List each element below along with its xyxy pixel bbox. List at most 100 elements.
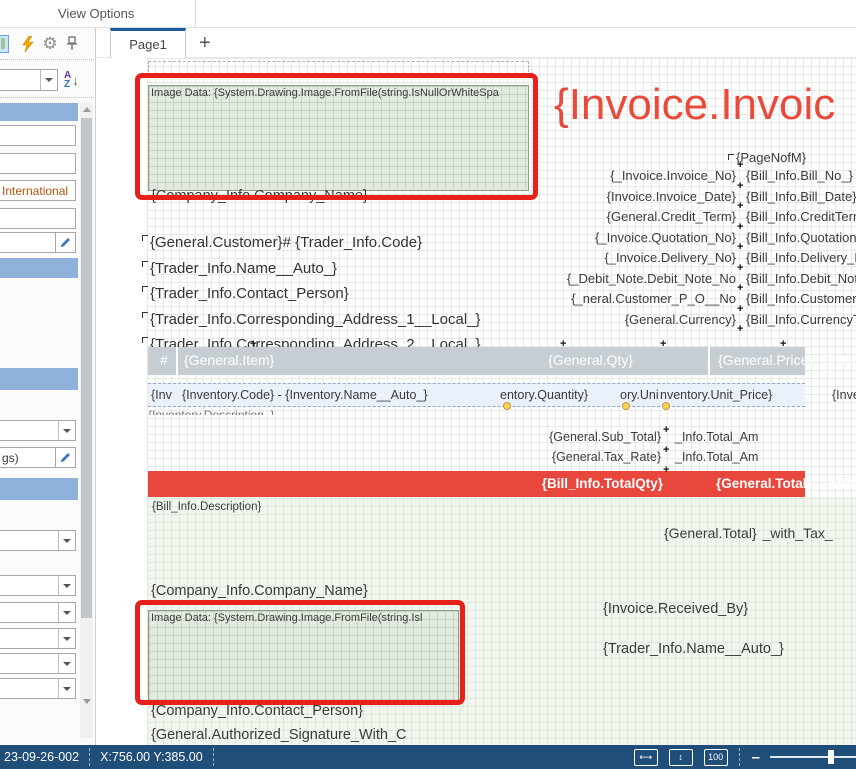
- clipped-toolbar-icon[interactable]: [0, 35, 9, 53]
- info-row: {Invoice.Quotation_No_}{Bill_Info.Quotat…: [546, 230, 856, 251]
- bill-description-text[interactable]: {Bill_Info.Description}: [152, 501, 261, 513]
- menu-bar: View Options: [0, 0, 856, 28]
- chevron-down-icon[interactable]: [40, 70, 57, 90]
- cell-item[interactable]: {Inventory.Code} - {Inventory.Name__Auto…: [182, 388, 428, 402]
- cell-price[interactable]: nventory.Unit_Price}: [660, 388, 826, 402]
- add-page-button[interactable]: +: [199, 28, 211, 58]
- gear-icon[interactable]: ⚙: [39, 33, 61, 55]
- warning-icon: [662, 402, 670, 410]
- info-row: {General.Currency}{Bill_Info.CurrencyTe: [546, 312, 856, 333]
- col-total[interactable]: {General.T: [837, 352, 856, 368]
- property-input-2[interactable]: [0, 153, 76, 174]
- taxrate-label[interactable]: {General.Tax_Rate}: [471, 450, 661, 464]
- edit-pencil-button-1[interactable]: [55, 232, 76, 253]
- panel-toolbar: ⚙: [0, 28, 96, 60]
- scroll-down-icon[interactable]: [80, 695, 93, 708]
- footer-contact-person[interactable]: {Company_Info.Contact_Person}: [151, 703, 363, 719]
- footer-company-name[interactable]: {Company_Info.Company_Name}: [151, 583, 368, 599]
- cell-qty[interactable]: entory.Quantity}: [500, 388, 615, 402]
- info-row: {Invoice.Invoice_No_}{Bill_Info.Bill_No_…: [546, 168, 856, 189]
- section-header-1[interactable]: [0, 103, 78, 121]
- band-total[interactable]: {General.Total}: [716, 476, 812, 491]
- auth-signature-left[interactable]: {General.Authorized_Signature_With_C: [151, 727, 407, 743]
- section-header-2[interactable]: [0, 258, 78, 278]
- received-by-text[interactable]: {Invoice.Received_By}: [603, 601, 856, 617]
- subtotal-label[interactable]: {General.Sub_Total}: [471, 430, 661, 444]
- sort-az-icon[interactable]: A Z ↓: [64, 67, 90, 93]
- property-select-4[interactable]: [0, 602, 76, 623]
- customer-line[interactable]: {Trader_Info.Name__Auto_}: [150, 256, 481, 282]
- taxrate-row: {General.Tax_Rate} _Info.Total_Am: [471, 450, 758, 464]
- table-header-band[interactable]: # {General.Item} {General.Qty} {General.…: [148, 347, 805, 375]
- company-name-text[interactable]: {Company_Info.Company_Name}: [151, 188, 471, 204]
- chevron-down-icon[interactable]: [58, 421, 75, 440]
- zoom-out-button[interactable]: –: [752, 749, 760, 766]
- info-row: {Invoice.Delivery_No_}{Bill_Info.Deliver…: [546, 250, 856, 271]
- design-surface[interactable]: Image Data: {System.Drawing.Image.FromFi…: [96, 58, 856, 745]
- customer-line[interactable]: {Trader_Info.Corresponding_Address_1__Lo…: [150, 307, 481, 333]
- fit-width-button[interactable]: ⟷: [634, 749, 658, 766]
- pin-icon[interactable]: [61, 33, 83, 55]
- property-input-1[interactable]: [0, 125, 76, 146]
- col-number[interactable]: #: [160, 352, 168, 368]
- property-select-7[interactable]: [0, 678, 76, 699]
- property-input-4[interactable]: [0, 232, 56, 253]
- footer-trader-name[interactable]: {Trader_Info.Name__Auto_}: [603, 641, 856, 657]
- page-nofm-text[interactable]: {PageNofM}: [736, 150, 856, 165]
- property-input-international[interactable]: [0, 180, 76, 201]
- customer-line[interactable]: {Trader_Info.Contact_Person}: [150, 281, 481, 307]
- col-item[interactable]: {General.Item}: [184, 352, 274, 368]
- property-select-3[interactable]: [0, 575, 76, 596]
- tab-page1[interactable]: Page1: [110, 28, 186, 58]
- cell-amount[interactable]: {Inventory.An: [832, 388, 856, 402]
- scroll-up-icon[interactable]: [80, 103, 93, 116]
- lightning-icon[interactable]: [17, 33, 39, 55]
- subtotal-row: {General.Sub_Total} _Info.Total_Am: [471, 430, 758, 444]
- zoom-slider-handle[interactable]: [828, 750, 834, 764]
- property-select-1[interactable]: [0, 420, 76, 441]
- cell-unit[interactable]: ory.Unit_: [620, 388, 658, 402]
- section-header-3[interactable]: [0, 368, 78, 390]
- fit-page-button[interactable]: ↕: [669, 749, 693, 766]
- properties-panel: ⚙ A Z ↓: [0, 28, 96, 745]
- customer-line[interactable]: {General.Customer}# {Trader_Info.Code}: [150, 230, 481, 256]
- cell-number[interactable]: {Inv: [151, 388, 173, 402]
- filter-combobox[interactable]: [0, 69, 58, 91]
- report-designer-window: View Options ⚙ A Z ↓: [0, 0, 856, 769]
- invoice-info-rows: {Invoice.Invoice_No_}{Bill_Info.Bill_No_…: [546, 168, 856, 332]
- info-row: neral.Customer_P_O__No_}{Bill_Info.Custo…: [546, 291, 856, 312]
- info-row: {Invoice.Invoice_Date}{Bill_Info.Bill_Da…: [546, 189, 856, 210]
- total-band[interactable]: {Bill_Info.TotalQty} {General.Total} _wi…: [148, 471, 805, 497]
- info-row: {General.Credit_Term}{Bill_Info.CreditTe…: [546, 209, 856, 230]
- edit-pencil-button-2[interactable]: [55, 447, 76, 468]
- panel-scrollbar[interactable]: [80, 103, 93, 738]
- property-input-3[interactable]: [0, 208, 76, 229]
- col-qty[interactable]: {General.Qty}: [533, 352, 633, 368]
- property-select-2[interactable]: [0, 530, 76, 551]
- total-with-tax-text[interactable]: {General.Total}_with_Tax_: [664, 525, 856, 541]
- col-price[interactable]: {General.Price}: [718, 352, 813, 368]
- page-tabstrip: Page1 +: [96, 28, 856, 58]
- menu-view-options[interactable]: View Options: [58, 6, 134, 21]
- table-detail-row[interactable]: {Inv {Inventory.Code} - {Inventory.Name_…: [148, 383, 805, 407]
- invoice-title-text[interactable]: {Invoice.Invoic: [554, 80, 856, 132]
- document-number: 23-09-26-002: [0, 745, 89, 769]
- subtotal-amount[interactable]: _Info.Total_Am: [675, 430, 758, 444]
- cursor-coordinates: X:756.00 Y:385.00: [90, 745, 213, 769]
- chop-image-placeholder[interactable]: Image Data: {System.Drawing.Image.FromFi…: [148, 610, 459, 701]
- band-with-tax[interactable]: _with_Tax_: [820, 476, 856, 491]
- scrollbar-thumb[interactable]: [81, 118, 92, 618]
- band-total-qty[interactable]: {Bill_Info.TotalQty}: [518, 476, 663, 491]
- property-select-6[interactable]: [0, 653, 76, 674]
- zoom-100-button[interactable]: 100: [704, 749, 728, 766]
- zoom-slider[interactable]: [770, 756, 856, 758]
- logo-image-placeholder[interactable]: Image Data: {System.Drawing.Image.FromFi…: [148, 85, 529, 191]
- property-input-gs[interactable]: [0, 447, 56, 468]
- clipped-description-row: {Inventory.Description_}: [148, 408, 548, 415]
- section-header-4[interactable]: [0, 478, 78, 500]
- menu-divider: [195, 0, 196, 28]
- taxrate-amount[interactable]: _Info.Total_Am: [675, 450, 758, 464]
- property-select-5[interactable]: [0, 628, 76, 649]
- customer-address-block: {General.Customer}# {Trader_Info.Code} {…: [150, 230, 481, 358]
- filter-row: A Z ↓: [0, 64, 96, 98]
